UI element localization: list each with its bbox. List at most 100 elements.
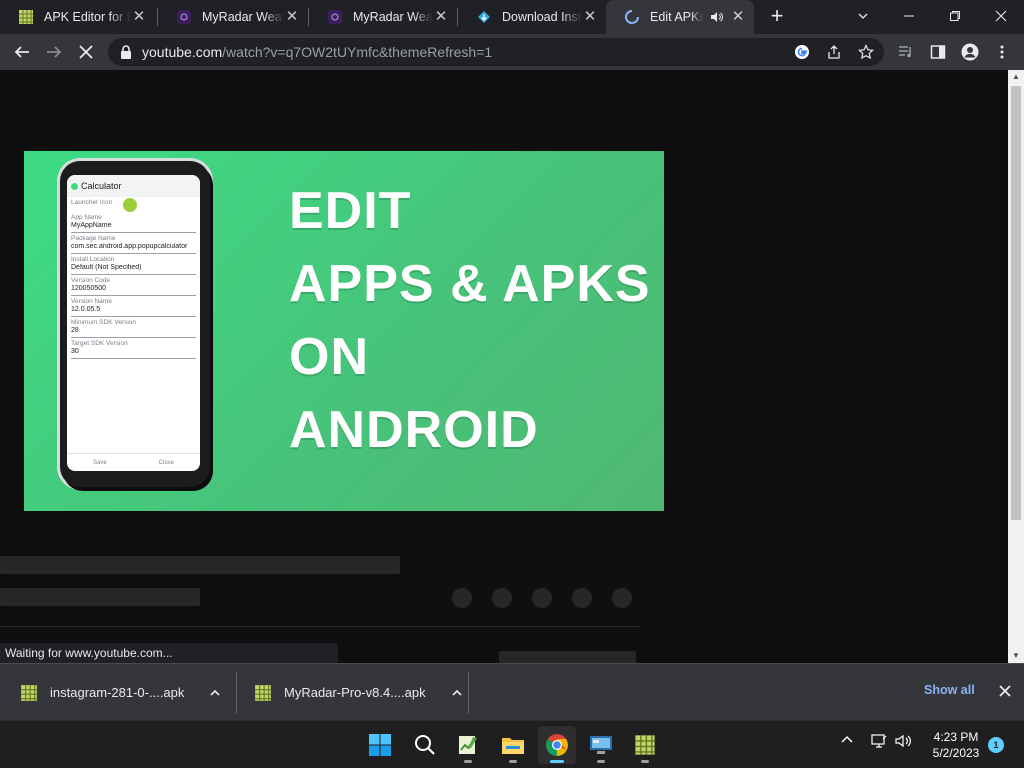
back-arrow-icon [14, 46, 29, 58]
download-filename: instagram-281-0-....apk [50, 685, 185, 700]
taskbar-app-notes[interactable] [449, 726, 487, 764]
forward-button[interactable] [42, 40, 66, 64]
page-scrollbar[interactable]: ▲ ▼ [1008, 70, 1024, 663]
headline-line: ON [289, 328, 369, 386]
close-shelf-button[interactable] [996, 684, 1014, 702]
apk-file-icon [255, 684, 271, 701]
chevron-up-icon[interactable] [208, 686, 222, 700]
show-hidden-icons-button[interactable] [840, 733, 854, 750]
side-panel-icon [930, 45, 946, 59]
tab-edit-apks-active[interactable]: Edit APKs o ✕ [606, 0, 754, 34]
field-label: Package Name [71, 235, 116, 242]
tab-title: APK Editor for P [44, 10, 131, 24]
system-clock[interactable]: 4:23 PM 5/2/2023 [920, 729, 992, 761]
running-indicator [641, 760, 649, 763]
restore-icon [950, 11, 960, 21]
download-site-icon [478, 11, 490, 23]
apk-editor-icon [19, 10, 33, 24]
close-tab-icon[interactable]: ✕ [131, 9, 147, 25]
taskbar-remote-desktop[interactable] [582, 726, 620, 764]
share-button[interactable] [824, 42, 844, 62]
scroll-down-arrow[interactable]: ▼ [1008, 649, 1024, 663]
tab-download-insta[interactable]: Download Insta ✕ [458, 0, 606, 34]
tab-apk-editor[interactable]: APK Editor for P ✕ [0, 0, 155, 34]
close-window-button[interactable] [978, 0, 1024, 32]
phone-field: Install Location Default (Not Specified) [67, 254, 200, 275]
phone-field: Package Name com.sec.android.app.popupca… [67, 233, 200, 254]
description-placeholder [499, 651, 636, 663]
field-value: 120050500 [71, 285, 196, 296]
chevron-up-icon [841, 735, 853, 743]
field-label: Install Location [71, 256, 115, 263]
field-value: MyAppName [71, 222, 196, 233]
speaker-icon [895, 734, 911, 748]
media-queue-icon [899, 46, 911, 58]
active-indicator [550, 760, 564, 763]
scrollbar-thumb[interactable] [1011, 86, 1021, 520]
field-value: 30 [71, 348, 196, 359]
field-label: App Name [71, 214, 102, 221]
taskbar-apk-editor[interactable] [626, 726, 664, 764]
apk-file-icon [21, 684, 37, 701]
taskbar-chrome[interactable] [538, 726, 576, 764]
volume-control[interactable] [895, 733, 913, 752]
google-lens-button[interactable] [792, 42, 812, 62]
action-placeholder [572, 588, 592, 608]
search-icon [415, 735, 435, 755]
stop-loading-button[interactable] [74, 40, 98, 64]
taskbar-file-explorer[interactable] [494, 726, 532, 764]
show-all-downloads-link[interactable]: Show all [916, 683, 983, 697]
address-bar[interactable]: youtube.com/watch?v=q7OW2tUYmfc&themeRef… [108, 38, 884, 66]
scroll-up-arrow[interactable]: ▲ [1008, 70, 1024, 84]
profile-button[interactable] [958, 40, 982, 64]
clock-time: 4:23 PM [933, 730, 979, 744]
bookmark-star-button[interactable] [856, 42, 876, 62]
kebab-menu-icon [1000, 45, 1004, 59]
media-control-button[interactable] [894, 40, 918, 64]
shelf-separator [236, 672, 237, 714]
phone-footer: Save Close [67, 453, 200, 471]
network-status[interactable] [870, 733, 888, 752]
download-item-instagram[interactable]: instagram-281-0-....apk [20, 664, 222, 721]
tab-search-button[interactable] [840, 0, 886, 32]
close-tab-icon[interactable]: ✕ [730, 9, 746, 25]
phone-field: Target SDK Version 30 [67, 338, 200, 359]
notepad-chart-icon [459, 736, 477, 754]
phone-illustration: Calculator Launcher Icon App Name MyAppN… [60, 161, 210, 487]
phone-app-title: Calculator [81, 181, 122, 191]
channel-placeholder [0, 588, 200, 606]
download-item-myradar[interactable]: MyRadar-Pro-v8.4....apk [254, 664, 464, 721]
field-value: Default (Not Specified) [71, 264, 196, 275]
launcher-icon [123, 198, 137, 212]
audio-playing-icon[interactable] [710, 10, 724, 24]
monitor-icon [590, 736, 612, 754]
back-button[interactable] [10, 40, 34, 64]
restore-button[interactable] [932, 0, 978, 32]
page-content: Calculator Launcher Icon App Name MyAppN… [0, 70, 1008, 663]
action-placeholder [452, 588, 472, 608]
phone-field: App Name MyAppName [67, 212, 200, 233]
side-panel-button[interactable] [926, 40, 950, 64]
running-indicator [509, 760, 517, 763]
action-placeholder [532, 588, 552, 608]
close-tab-icon[interactable]: ✕ [433, 9, 449, 25]
chevron-up-icon[interactable] [450, 686, 464, 700]
tab-myradar-2[interactable]: MyRadar Weath ✕ [309, 0, 457, 34]
close-tab-icon[interactable]: ✕ [284, 9, 300, 25]
start-button[interactable] [361, 726, 399, 764]
action-placeholder [612, 588, 632, 608]
lock-icon[interactable] [118, 44, 134, 60]
thumbnail-headline: EDIT APPS & APKS ON ANDROID [289, 175, 651, 467]
taskbar-search-button[interactable] [406, 726, 444, 764]
minimize-button[interactable] [886, 0, 932, 32]
running-indicator [597, 760, 605, 763]
video-thumbnail[interactable]: Calculator Launcher Icon App Name MyAppN… [24, 151, 664, 511]
tab-myradar-1[interactable]: MyRadar Weath ✕ [158, 0, 308, 34]
browser-menu-button[interactable] [990, 40, 1014, 64]
new-tab-button[interactable]: + [766, 5, 788, 27]
star-icon [858, 44, 874, 60]
google-icon [795, 45, 809, 59]
close-tab-icon[interactable]: ✕ [582, 9, 598, 25]
notification-badge[interactable]: 1 [988, 737, 1004, 753]
field-label: Version Name [71, 298, 112, 305]
